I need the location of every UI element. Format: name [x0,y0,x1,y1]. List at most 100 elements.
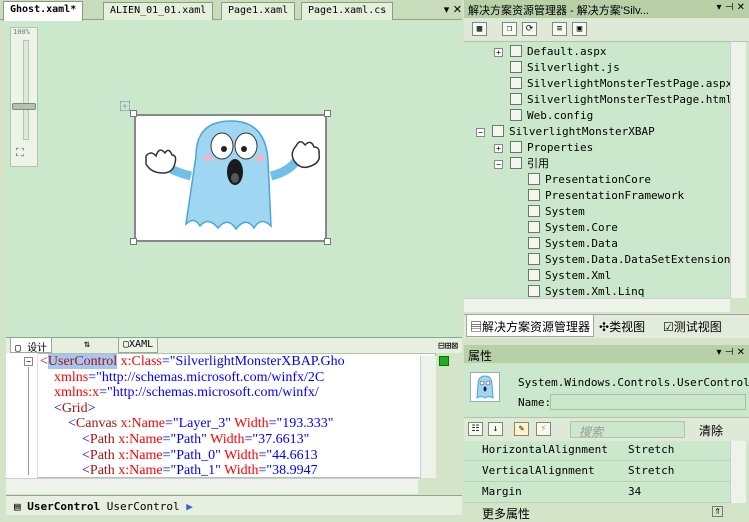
document-tab-strip: Ghost.xaml* ALIEN_01_01.xaml Page1.xaml … [0,0,462,21]
tree-item[interactable]: SilverlightMonsterTestPage.aspx [510,76,730,92]
editor-horizontal-scrollbar[interactable] [6,478,418,494]
usercontrol-selection[interactable] [134,114,327,242]
move-handle-icon[interactable]: ✥ [120,101,130,111]
panel-buttons: ▾ ⊣ ✕ [716,2,745,13]
close-icon[interactable]: ✕ [737,2,745,13]
tree-item[interactable]: SilverlightMonsterXBAP [492,124,655,140]
resize-handle[interactable] [130,238,137,245]
expand-icon[interactable]: + [494,48,503,57]
pin-icon[interactable]: ⊣ [725,2,734,13]
explorer-tab-strip: ▤解决方案资源管理器 ✣类视图 ☑测试视图 [464,314,749,338]
tab-test-view[interactable]: ☑测试视图 [660,315,725,337]
tree-item[interactable]: SilverlightMonsterTestPage.html [510,92,730,108]
tree-item[interactable]: System.Xml [528,268,611,284]
refresh-icon[interactable]: ⟳ [522,22,537,36]
tree-item[interactable]: System.Core [528,220,618,236]
property-row[interactable]: VerticalAlignment Stretch [464,461,730,482]
tree-item-label: System.Data.DataSetExtensions [545,253,730,266]
tree-item-label: System.Xml [545,269,612,282]
properties-view-icon[interactable]: ✎ [514,422,529,436]
clear-search-button[interactable]: 清除 [687,421,745,438]
editor-vertical-scrollbar[interactable] [420,356,436,478]
categorized-icon[interactable]: ☷ [468,422,483,436]
tab-dropdown-icon[interactable]: ▾ [444,3,450,16]
expand-icon[interactable]: + [494,144,503,153]
collapse-icon[interactable]: − [494,160,503,169]
property-value[interactable]: Stretch [628,443,674,456]
code-line[interactable]: <Path x:Name="Path_0" Width="44.6613 [40,448,318,464]
view-tab-strip: ▢ 设计 ⇅ ▢XAML ⊟⊞⊠ [6,337,462,354]
pin-icon[interactable]: ⊣ [725,347,734,358]
tab-class-view[interactable]: ✣类视图 [596,315,648,337]
property-value[interactable]: Stretch [628,464,674,477]
properties-icon[interactable]: ▦ [472,22,487,36]
property-search-input[interactable]: 搜索 [570,421,685,439]
code-token: < [40,463,90,479]
dropdown-icon[interactable]: ▾ [716,2,721,13]
tab-ghost-xaml[interactable]: Ghost.xaml* [3,1,84,21]
close-document-icon[interactable]: ✕ [453,3,462,16]
properties-vertical-scrollbar[interactable] [730,441,746,503]
breadcrumb-element[interactable]: UserControl [27,500,100,513]
solution-horizontal-scrollbar[interactable] [464,298,730,312]
tab-xaml[interactable]: ▢XAML [118,338,159,353]
tree-item[interactable]: PresentationCore [528,172,651,188]
editor-gutter: − [6,353,38,478]
tab-solution-explorer[interactable]: ▤解决方案资源管理器 [466,315,595,337]
resize-handle[interactable] [130,110,137,117]
events-icon[interactable]: ⚡ [536,422,551,436]
split-horizontal-icon[interactable]: ⊟ [438,339,445,352]
resize-handle[interactable] [324,238,331,245]
tab-alien-xaml[interactable]: ALIEN_01_01.xaml [103,2,214,20]
name-field[interactable] [550,394,746,410]
reference-icon [528,285,540,297]
collapse-icon[interactable]: − [476,128,485,137]
tree-item[interactable]: Properties [510,140,593,156]
tree-item-label: SilverlightMonsterTestPage.html [527,93,730,106]
resize-handle[interactable] [324,110,331,117]
tree-item[interactable]: Web.config [510,108,593,124]
collapse-pane-icon[interactable]: ⊠ [451,339,458,352]
tree-item[interactable]: Default.aspx [510,44,606,60]
show-all-files-icon[interactable]: ❐ [502,22,517,36]
tree-item[interactable]: System [528,204,585,220]
zoom-slider-thumb[interactable] [12,103,36,110]
expand-icon[interactable]: ⇑ [712,506,723,517]
tree-item[interactable]: System.Data.DataSetExtensions [528,252,730,268]
tab-page1-xaml[interactable]: Page1.xaml [221,2,296,20]
reference-icon [528,221,540,233]
breadcrumb-arrow-icon[interactable]: ▶ [186,500,193,513]
fit-to-screen-icon[interactable]: ⛶ [16,146,24,160]
more-properties-expander[interactable]: 更多属性 ⇑ [464,503,749,522]
code-line[interactable]: <UserControl x:Class="SilverlightMonster… [40,354,345,370]
close-icon[interactable]: ✕ [737,347,745,358]
code-token: Width [230,416,269,432]
code-line[interactable]: xmlns="http://schemas.microsoft.com/winf… [40,370,324,386]
tree-item-label: 引用 [527,157,549,170]
tree-item[interactable]: Silverlight.js [510,60,620,76]
code-line[interactable]: xmlns:x="http://schemas.microsoft.com/wi… [40,385,319,401]
file-icon [510,157,522,169]
tab-page1-xaml-cs[interactable]: Page1.xaml.cs [301,2,394,20]
tree-item[interactable]: 引用 [510,156,549,172]
tree-item[interactable]: PresentationFramework [528,188,684,204]
dropdown-icon[interactable]: ▾ [716,347,721,358]
tree-item[interactable]: System.Data [528,236,618,252]
code-line[interactable]: <Path x:Name="Path_1" Width="38.9947 [40,463,318,479]
tab-label: Ghost.xaml* [10,4,77,15]
code-line[interactable]: <Canvas x:Name="Layer_3" Width="193.333" [40,416,333,432]
code-line[interactable]: <Grid> [40,401,95,417]
collapse-icon[interactable]: − [24,357,33,366]
solution-tree[interactable]: + Default.aspx Silverlight.js SilverlightMo… [464,42,730,298]
code-line[interactable]: <Path x:Name="Path" Width="37.6613" [40,432,309,448]
property-row[interactable]: HorizontalAlignment Stretch [464,441,730,461]
solution-vertical-scrollbar[interactable] [730,42,746,298]
view-designer-icon[interactable]: ▣ [572,22,587,36]
property-value[interactable]: 34 [628,485,641,498]
tab-design[interactable]: ▢ 设计 [10,338,53,354]
view-code-icon[interactable]: ≡ [552,22,567,36]
swap-panes-button[interactable]: ⇅ [80,338,94,353]
alphabetical-icon[interactable]: ↓ [488,422,503,436]
property-row[interactable]: Margin 34 [464,482,730,503]
tree-item[interactable]: System.Xml.Linq [528,284,644,298]
